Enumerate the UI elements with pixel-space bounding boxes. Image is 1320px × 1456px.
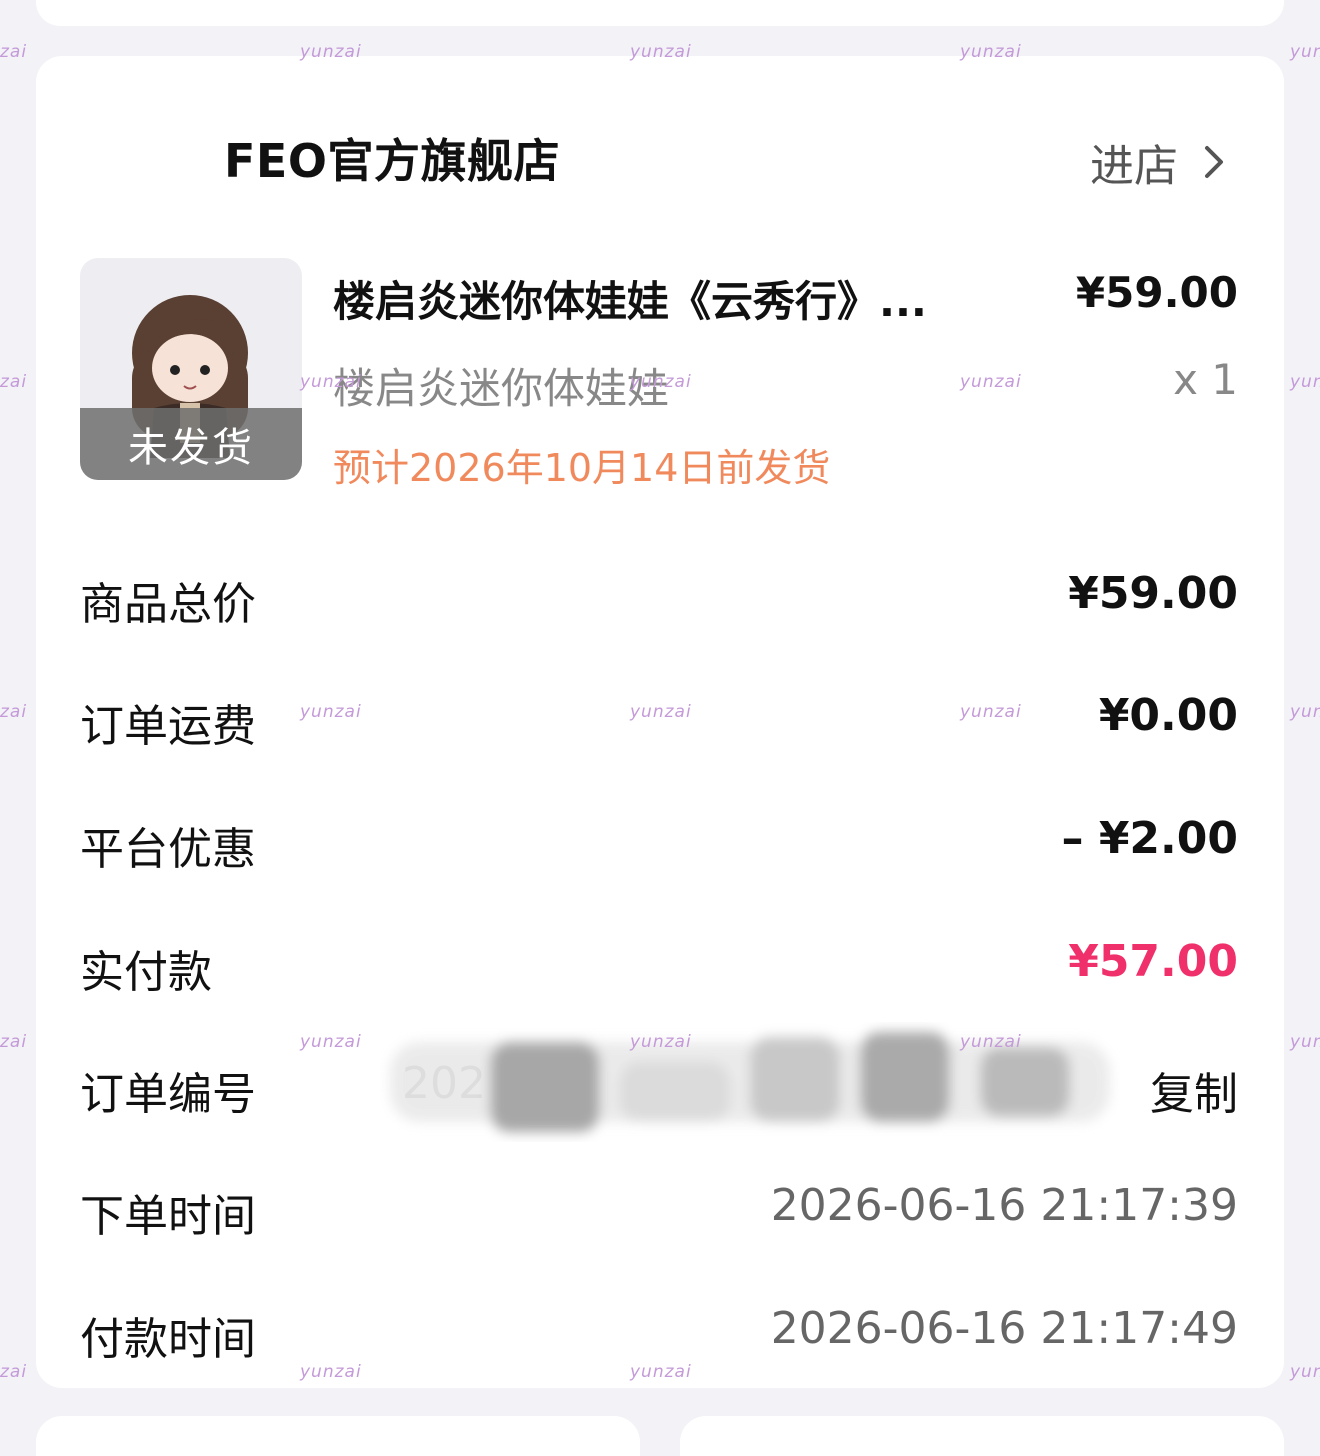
watermark: zai	[0, 702, 28, 722]
order-number-label: 订单编号	[80, 1069, 256, 1120]
watermark: yun	[1290, 372, 1320, 392]
product-title[interactable]: 楼启炎迷你体娃娃《云秀行》...	[333, 268, 993, 329]
goods-total-label: 商品总价	[80, 579, 256, 630]
product-price: ¥59.00	[1075, 268, 1238, 317]
order-time-value: 2026-06-16 21:17:39	[770, 1180, 1238, 1231]
chevron-right-icon	[1205, 146, 1223, 178]
product-spec: 楼启炎迷你体娃娃	[333, 364, 670, 413]
enter-shop-label: 进店	[1090, 141, 1178, 192]
previous-card	[36, 0, 1284, 26]
watermark: zai	[0, 1032, 28, 1052]
goods-total-value: ¥59.00	[1068, 568, 1238, 619]
watermark: zai	[0, 1362, 28, 1382]
copy-order-number-button[interactable]: 复制	[1150, 1058, 1238, 1122]
redaction-scribble	[390, 1032, 1110, 1132]
payment-time-label: 付款时间	[80, 1314, 256, 1365]
shipping-fee-label: 订单运费	[80, 701, 256, 752]
payment-time-value: 2026-06-16 21:17:49	[770, 1303, 1238, 1354]
estimated-ship-date: 预计2026年10月14日前发货	[333, 446, 831, 490]
product-thumbnail[interactable]: 未发货	[80, 258, 302, 480]
product-quantity: x 1	[1173, 355, 1238, 404]
amount-paid-value: ¥57.00	[1068, 936, 1238, 987]
watermark: yun	[1290, 1032, 1320, 1052]
watermark: zai	[0, 42, 28, 62]
watermark: yun	[1290, 1362, 1320, 1382]
order-time-label: 下单时间	[80, 1191, 256, 1242]
shop-name[interactable]: FEO官方旗舰店	[224, 125, 560, 191]
platform-discount-label: 平台优惠	[80, 824, 256, 875]
watermark: yun	[1290, 42, 1320, 62]
enter-shop-button[interactable]: 进店	[1090, 130, 1236, 194]
shipping-status-badge: 未发货	[80, 408, 302, 480]
watermark: yun	[1290, 702, 1320, 722]
next-card-left	[36, 1416, 640, 1456]
watermark: zai	[0, 372, 28, 392]
shipping-fee-value: ¥0.00	[1098, 690, 1238, 741]
amount-paid-label: 实付款	[80, 947, 212, 998]
platform-discount-value: – ¥2.00	[1061, 813, 1239, 864]
next-card-right	[680, 1416, 1284, 1456]
